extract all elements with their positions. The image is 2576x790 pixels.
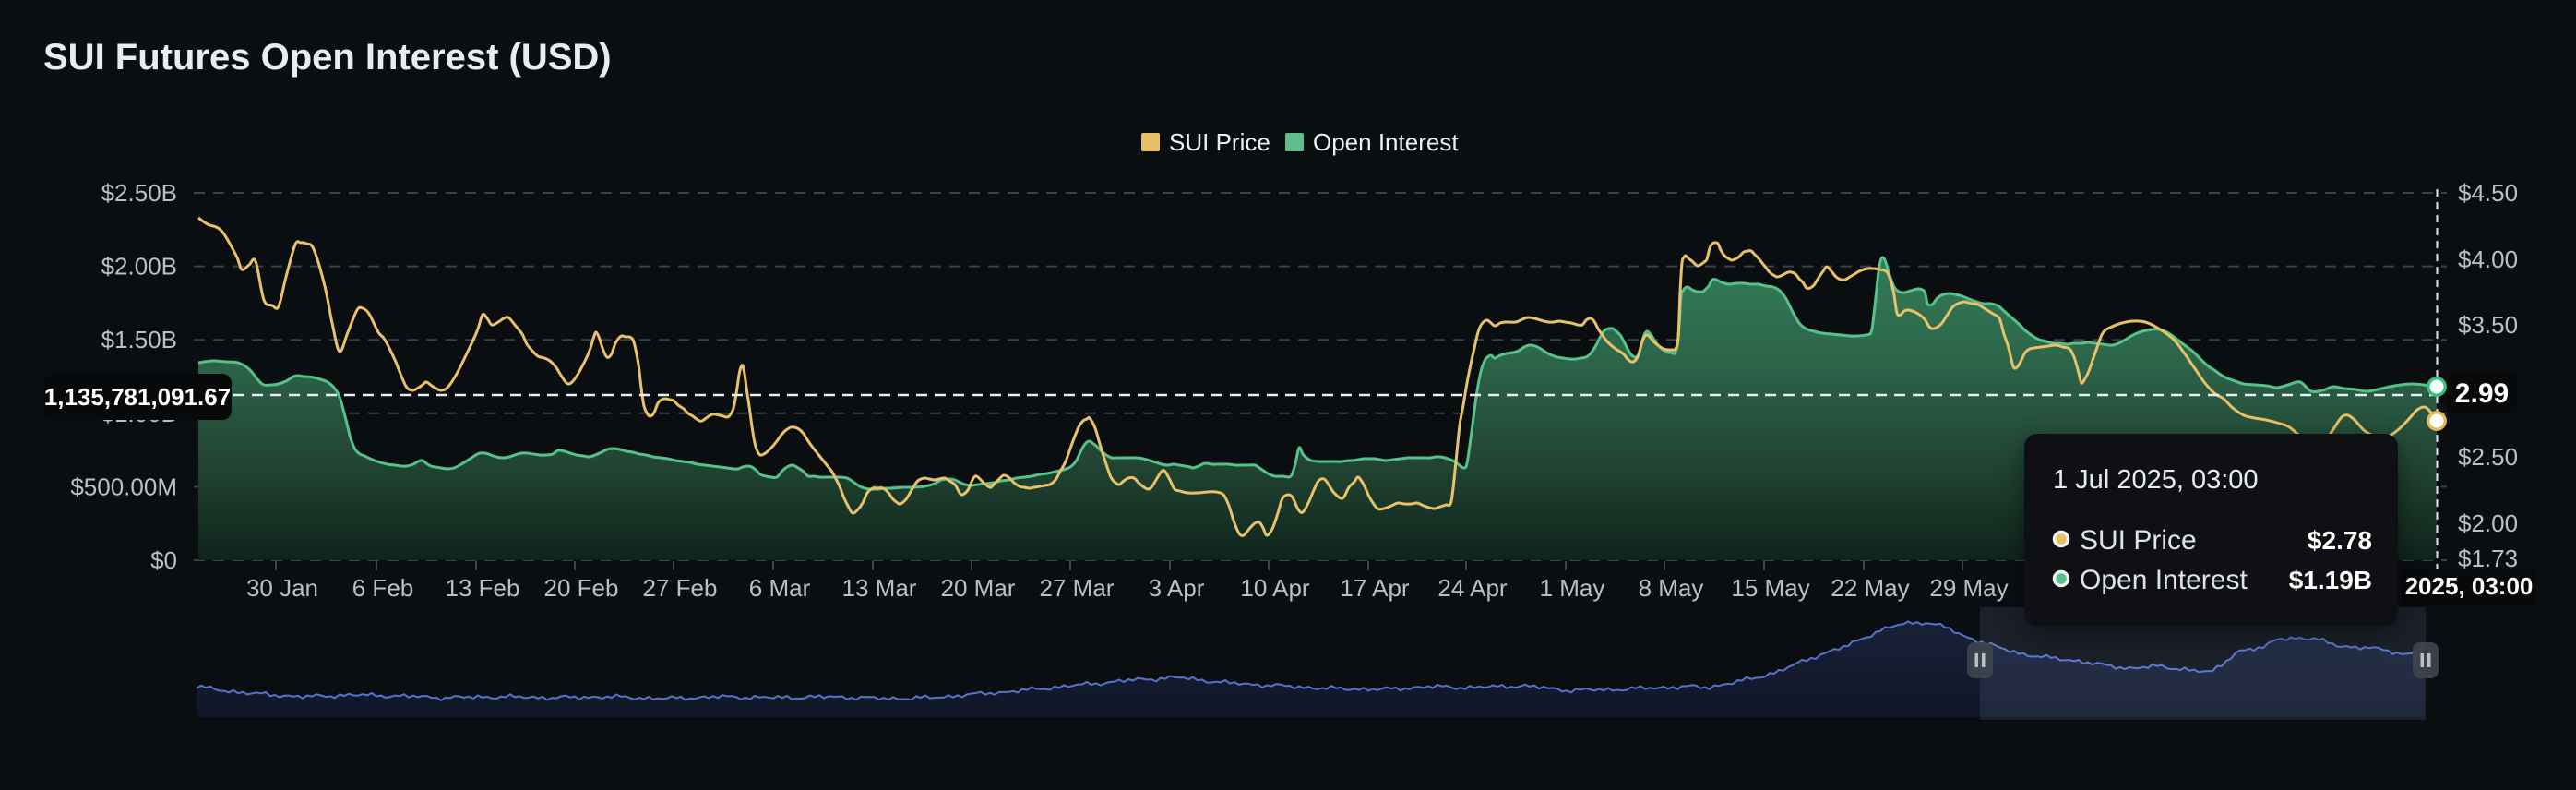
- svg-text:15 May: 15 May: [1731, 574, 1809, 602]
- svg-text:10 Apr: 10 Apr: [1240, 574, 1310, 602]
- svg-text:$2.00: $2.00: [2458, 509, 2518, 537]
- svg-text:17 Apr: 17 Apr: [1340, 574, 1410, 602]
- svg-text:$0: $0: [150, 546, 177, 574]
- svg-text:20 Feb: 20 Feb: [544, 574, 619, 602]
- svg-text:30 Jan: 30 Jan: [246, 574, 318, 602]
- svg-text:$1.19B: $1.19B: [2289, 566, 2372, 594]
- svg-text:27 Feb: 27 Feb: [643, 574, 718, 602]
- svg-text:$500.00M: $500.00M: [70, 473, 177, 500]
- svg-text:20 Mar: 20 Mar: [941, 574, 1016, 602]
- svg-text:22 May: 22 May: [1831, 574, 1909, 602]
- svg-text:$1.50B: $1.50B: [101, 326, 177, 353]
- svg-text:6 Mar: 6 Mar: [749, 574, 811, 602]
- svg-text:SUI Futures Open Interest (USD: SUI Futures Open Interest (USD): [43, 37, 612, 78]
- svg-text:$4.50: $4.50: [2458, 179, 2518, 207]
- svg-text:1 May: 1 May: [1540, 574, 1605, 602]
- svg-text:2025, 03:00: 2025, 03:00: [2405, 572, 2534, 600]
- svg-text:2.99: 2.99: [2455, 378, 2509, 409]
- svg-text:$3.50: $3.50: [2458, 311, 2518, 339]
- svg-text:SUI Price: SUI Price: [2080, 525, 2197, 556]
- svg-text:1,135,781,091.67: 1,135,781,091.67: [44, 383, 231, 411]
- svg-text:3 Apr: 3 Apr: [1149, 574, 1205, 602]
- svg-text:$2.78: $2.78: [2308, 526, 2372, 555]
- svg-text:SUI Price: SUI Price: [1169, 128, 1270, 156]
- svg-text:1 Jul 2025, 03:00: 1 Jul 2025, 03:00: [2053, 465, 2259, 495]
- svg-text:8 May: 8 May: [1639, 574, 1704, 602]
- svg-text:$1.73: $1.73: [2458, 545, 2518, 572]
- svg-text:13 Feb: 13 Feb: [446, 574, 520, 602]
- svg-text:24 Apr: 24 Apr: [1437, 574, 1508, 602]
- svg-text:$2.50: $2.50: [2458, 443, 2518, 471]
- svg-text:6 Feb: 6 Feb: [352, 574, 414, 602]
- svg-text:13 Mar: 13 Mar: [842, 574, 917, 602]
- svg-text:$4.00: $4.00: [2458, 245, 2518, 273]
- svg-text:Open Interest: Open Interest: [1313, 128, 1459, 156]
- svg-text:Open Interest: Open Interest: [2080, 565, 2248, 595]
- svg-text:27 Mar: 27 Mar: [1040, 574, 1115, 602]
- svg-text:$2.50B: $2.50B: [101, 179, 177, 207]
- svg-text:29 May: 29 May: [1929, 574, 2008, 602]
- svg-text:$2.00B: $2.00B: [101, 253, 177, 281]
